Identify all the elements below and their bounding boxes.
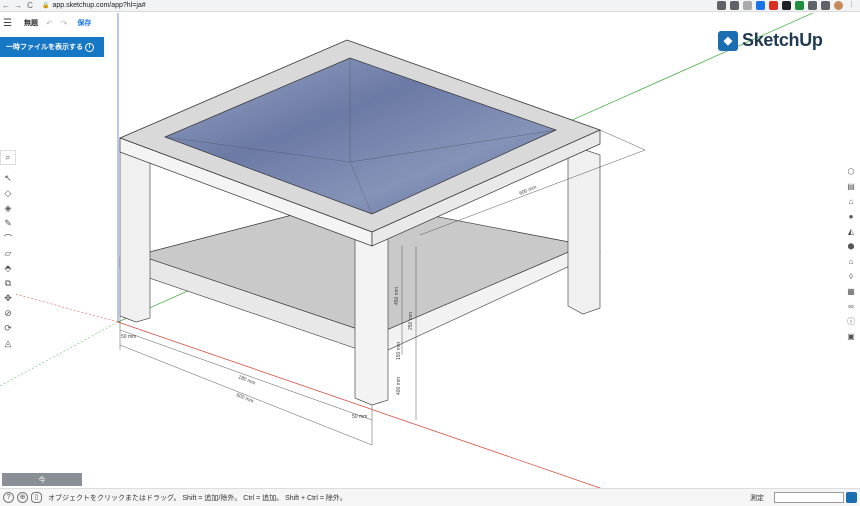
redo-icon[interactable]: ↷: [61, 19, 68, 28]
menu-icon[interactable]: ☰: [3, 18, 17, 29]
forward-icon[interactable]: →: [12, 0, 24, 12]
dim-label: 180 mm: [237, 374, 256, 386]
more-icon[interactable]: ⋮: [847, 1, 856, 10]
app-toolbar: ☰ 無題 ↶ ↷ 保存: [0, 13, 104, 33]
instructor-icon[interactable]: ⌂: [844, 194, 858, 209]
document-title[interactable]: 無題: [24, 18, 38, 28]
dim-label: 50 mm: [121, 334, 136, 340]
section-plane-icon[interactable]: ◬: [0, 336, 16, 351]
outliner-icon[interactable]: ▦: [844, 284, 858, 299]
extension-icon[interactable]: [730, 1, 739, 10]
pencil-icon[interactable]: ✎: [0, 216, 16, 231]
arc-tool-icon[interactable]: ⌒: [0, 231, 16, 246]
show-temp-file-button[interactable]: 一時ファイルを表示する i: [0, 37, 104, 57]
dim-label: 50 mm: [352, 414, 367, 420]
eraser-tool-icon[interactable]: ◇: [0, 186, 16, 201]
leg-front: [354, 230, 389, 406]
components-icon[interactable]: ▤: [844, 179, 858, 194]
orbit-icon[interactable]: ⟳: [0, 321, 16, 336]
leg-left: [119, 139, 151, 323]
dim-label: 600 mm: [519, 185, 538, 197]
info-icon[interactable]: ⓘ: [844, 314, 858, 329]
status-bar: ? ⊕ ▯ オブジェクトをクリックまたはドラッグ。 Shift = 追加/除外。…: [0, 488, 860, 506]
extension-icon[interactable]: [769, 1, 778, 10]
globe-icon[interactable]: ⊕: [17, 492, 28, 503]
sketchup-cube-icon: ◆: [718, 30, 738, 51]
model-info-icon[interactable]: ▣: [844, 329, 858, 344]
measurements-label: 測定: [750, 495, 764, 502]
scene-tab[interactable]: 今: [2, 473, 82, 486]
sketchup-cube-icon[interactable]: [846, 492, 857, 503]
help-icon[interactable]: ?: [3, 492, 14, 503]
rectangle-tool-icon[interactable]: ▱: [0, 246, 16, 261]
status-hint: オブジェクトをクリックまたはドラッグ。 Shift = 追加/除外。 Ctrl …: [48, 494, 347, 502]
push-pull-icon[interactable]: ⬘: [0, 261, 16, 276]
puzzle-icon[interactable]: [808, 1, 817, 10]
logo-text: SketchUp: [742, 30, 823, 50]
extension-icon[interactable]: [821, 1, 830, 10]
info-icon[interactable]: i: [85, 42, 94, 52]
offset-tool-icon[interactable]: ⧉: [0, 276, 16, 291]
materials-icon[interactable]: ●: [844, 209, 858, 224]
styles-icon[interactable]: ◭: [844, 224, 858, 239]
tape-measure-icon[interactable]: ⊘: [0, 306, 16, 321]
extension-icon[interactable]: [782, 1, 791, 10]
select-tool-icon[interactable]: ↖: [0, 171, 16, 186]
layers-icon[interactable]: ⬢: [844, 239, 858, 254]
scenes-icon[interactable]: ⌂: [844, 254, 858, 269]
paint-bucket-icon[interactable]: ◈: [0, 201, 16, 216]
temp-file-label: 一時ファイルを表示する: [6, 44, 83, 51]
dim-label: 150 mm: [396, 342, 402, 360]
address-bar[interactable]: 🔒 app.sketchup.com/app?hl=ja#: [42, 2, 146, 9]
tag-icon[interactable]: ◊: [844, 269, 858, 284]
star-icon[interactable]: [743, 1, 752, 10]
extension-icon[interactable]: [756, 1, 765, 10]
undo-icon[interactable]: ↶: [46, 19, 53, 28]
dim-label: 450 mm: [394, 287, 400, 305]
sketchup-logo: ◆ SketchUp: [718, 30, 823, 51]
dim-label: 250 mm: [408, 312, 414, 330]
measurements-input[interactable]: [774, 492, 844, 503]
right-toolbar: ⬡ ▤ ⌂ ● ◭ ⬢ ⌂ ◊ ▦ ∞ ⓘ ▣: [844, 164, 858, 344]
dim-label: 600 mm: [235, 392, 254, 404]
back-icon[interactable]: ←: [0, 0, 12, 12]
mouse-icon: ▯: [31, 492, 42, 503]
reload-icon[interactable]: C: [24, 0, 36, 12]
extension-icon[interactable]: [717, 1, 726, 10]
save-button[interactable]: 保存: [77, 18, 91, 28]
avatar[interactable]: [834, 1, 843, 10]
lock-icon: 🔒: [42, 3, 50, 9]
search-icon[interactable]: ⌕: [0, 150, 16, 165]
entity-info-icon[interactable]: ⬡: [844, 164, 858, 179]
leg-back-right: [567, 149, 601, 315]
dim-label: 400 mm: [396, 377, 402, 395]
move-tool-icon[interactable]: ✥: [0, 291, 16, 306]
left-toolbar: ⌕ ↖ ◇ ◈ ✎ ⌒ ▱ ⬘ ⧉ ✥ ⊘ ⟳ ◬: [0, 150, 16, 351]
browser-bar: ← → C 🔒 app.sketchup.com/app?hl=ja# ⋮: [0, 0, 860, 12]
extension-icons: ⋮: [717, 1, 856, 10]
display-icon[interactable]: ∞: [844, 299, 858, 314]
extension-icon[interactable]: [795, 1, 804, 10]
url-text: app.sketchup.com/app?hl=ja#: [52, 2, 146, 9]
model-viewport[interactable]: 180 mm 600 mm 50 mm 50 mm 600 mm 450 mm …: [0, 13, 860, 488]
